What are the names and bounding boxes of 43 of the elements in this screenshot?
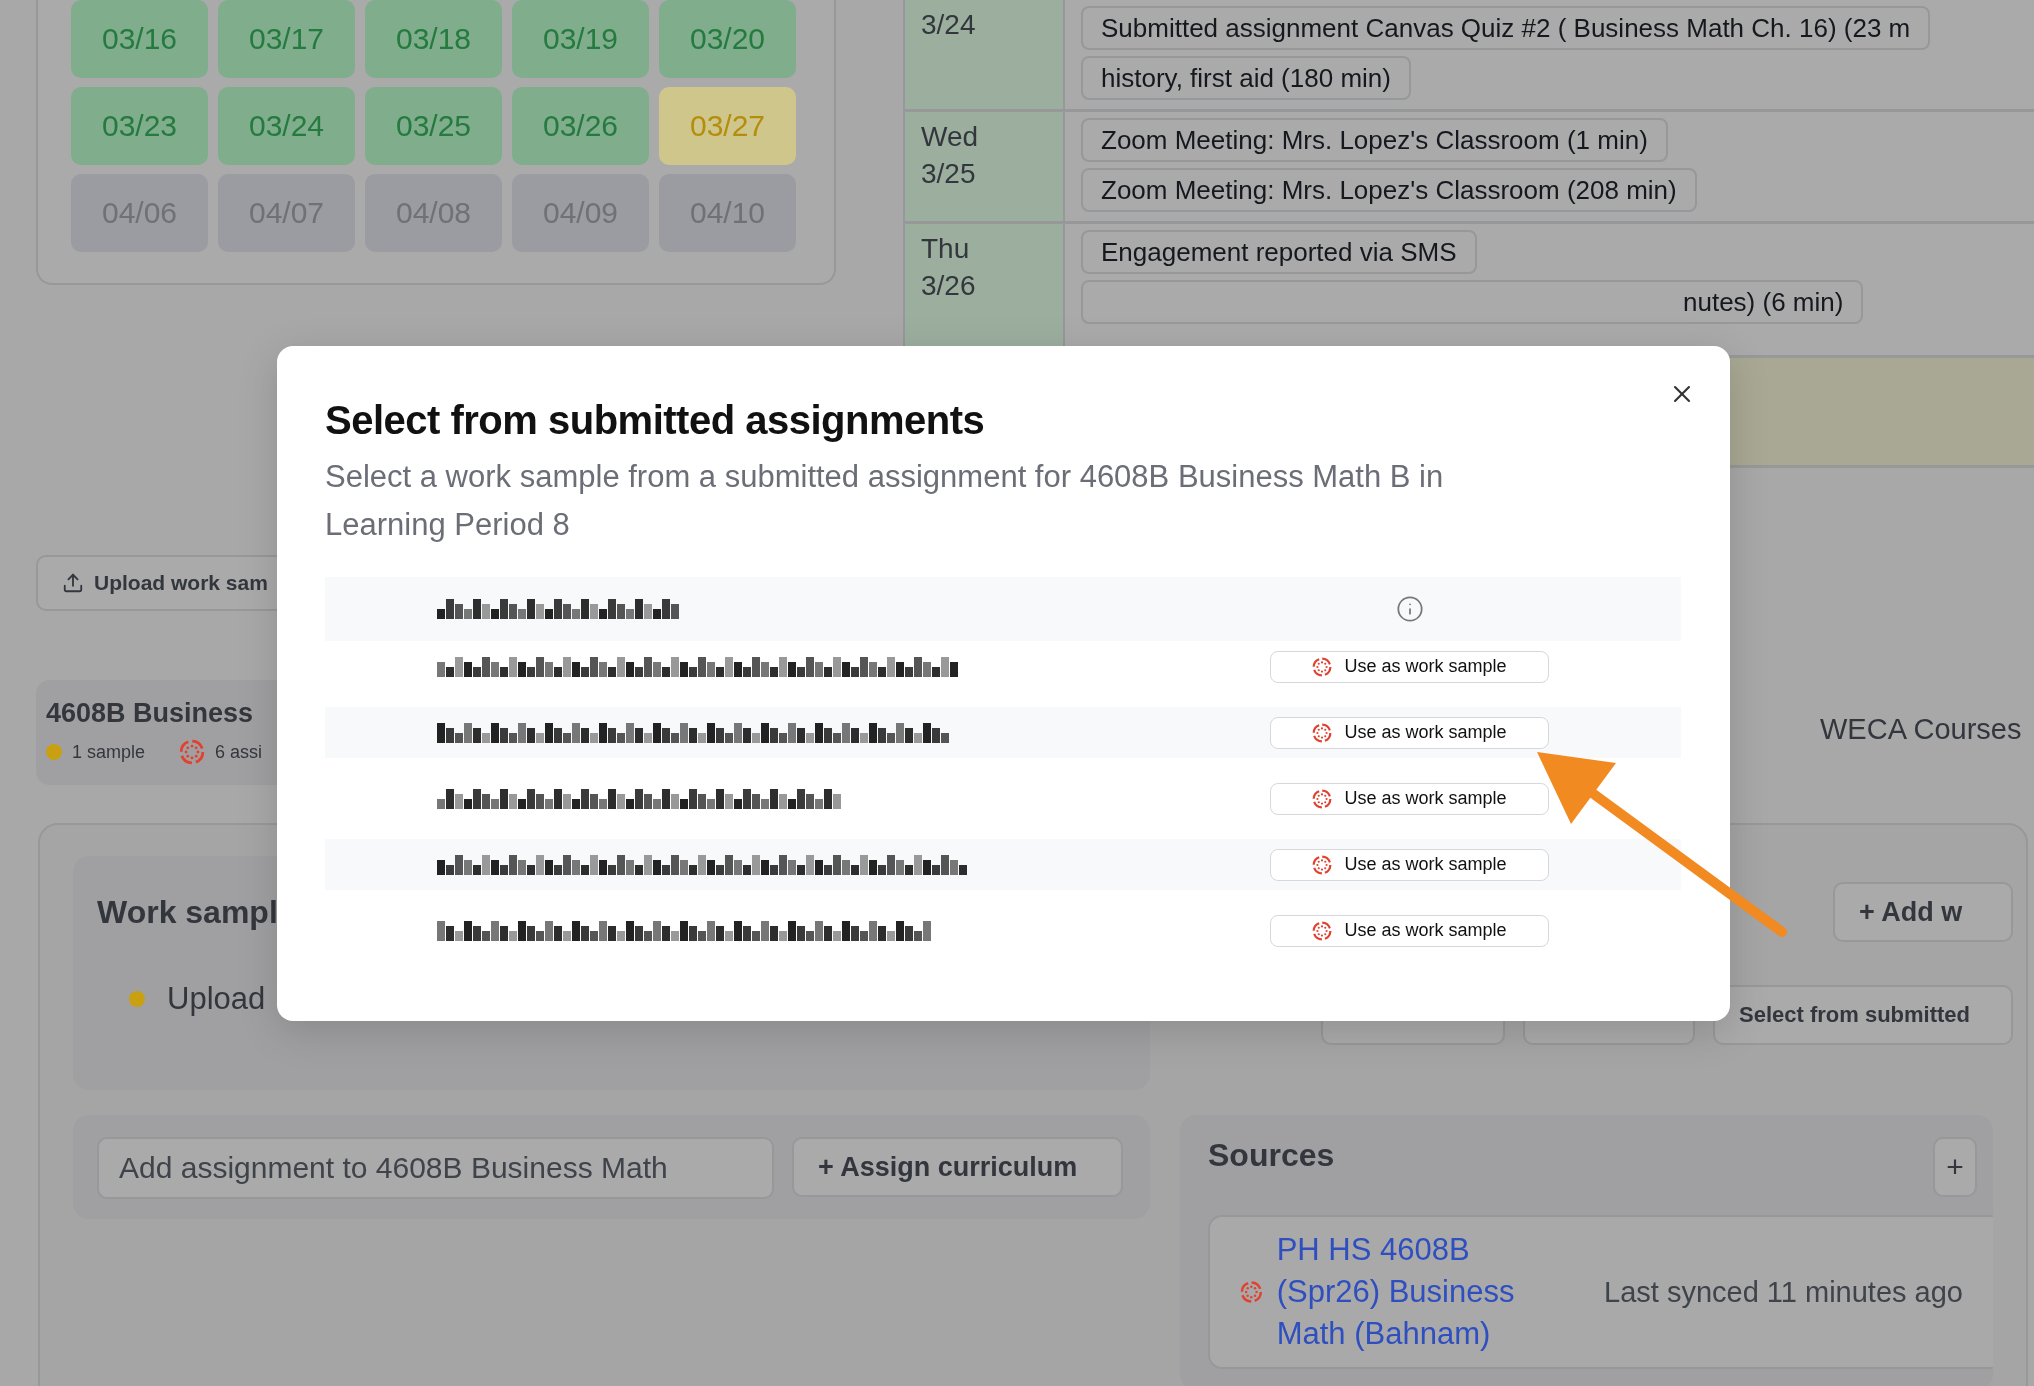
- activity-entry[interactable]: nutes) (6 min): [1081, 280, 1864, 324]
- use-sample-button[interactable]: Use as work sample: [1270, 716, 1549, 749]
- panel-title: Work sampl: [97, 894, 278, 931]
- use-sample-button[interactable]: Use as work sample: [1270, 650, 1549, 683]
- activity-entry[interactable]: history, first aid (180 min): [1081, 56, 1411, 100]
- source-link[interactable]: PH HS 4608B (Spr26) Business Math (Bahnam): [1276, 1229, 1561, 1355]
- assignment-count: 6 assi: [215, 741, 263, 763]
- day-date: 3/26: [921, 270, 977, 302]
- panel-title: Sources: [1208, 1137, 1335, 1174]
- ring-icon: [1240, 1278, 1263, 1306]
- use-sample-button[interactable]: Use as work sample: [1270, 782, 1549, 815]
- status-dot: [129, 991, 145, 1007]
- ring-icon: [1312, 920, 1333, 941]
- use-sample-button[interactable]: Use as work sample: [1270, 848, 1549, 881]
- day-label: Wed: [921, 122, 980, 153]
- ring-icon: [1312, 656, 1333, 677]
- select-button[interactable]: Select from submitted: [1713, 985, 2013, 1045]
- ring-icon: [179, 739, 206, 765]
- upload-icon: [62, 572, 84, 594]
- activity-entry[interactable]: Zoom Meeting: Mrs. Lopez's Classroom (1 min): [1081, 118, 1668, 162]
- sample-count: 1 sample: [72, 741, 146, 763]
- assignment-field[interactable]: Add assignment to 4608B Business Math: [97, 1137, 774, 1199]
- task-text: Upload: [167, 981, 266, 1017]
- status-dot: [46, 744, 62, 760]
- add-button[interactable]: + Add w: [1833, 882, 2013, 942]
- activity-entry[interactable]: Engagement reported via SMS: [1081, 230, 1477, 274]
- info-icon[interactable]: [1395, 595, 1424, 623]
- ring-icon: [1312, 854, 1333, 875]
- courses-label: WECA Courses: [1820, 713, 2023, 746]
- modal-subtitle: Select a work sample from a submitted assignment for 4608B Business Math B in Learning Period 8: [325, 458, 1445, 544]
- activity-entry[interactable]: Submitted assignment Canvas Quiz #2 ( Business Math Ch. 16) (23 m: [1081, 6, 1931, 50]
- sync-time: Last synced 11 minutes ago: [1604, 1275, 1963, 1309]
- modal-title: Select from submitted assignments: [325, 398, 986, 443]
- ring-icon: [1312, 788, 1333, 809]
- day-label: Thu: [921, 234, 971, 265]
- day-date: 3/24: [921, 10, 977, 41]
- use-sample-button[interactable]: Use as work sample: [1270, 914, 1549, 947]
- assign-button[interactable]: + Assign curriculum: [792, 1137, 1123, 1197]
- ring-icon: [1312, 722, 1333, 743]
- day-date: 3/25: [921, 158, 977, 190]
- activity-entry[interactable]: Zoom Meeting: Mrs. Lopez's Classroom (208 min): [1081, 168, 1697, 212]
- add-button[interactable]: +: [1933, 1137, 1977, 1197]
- course-title: 4608B Business: [46, 698, 255, 729]
